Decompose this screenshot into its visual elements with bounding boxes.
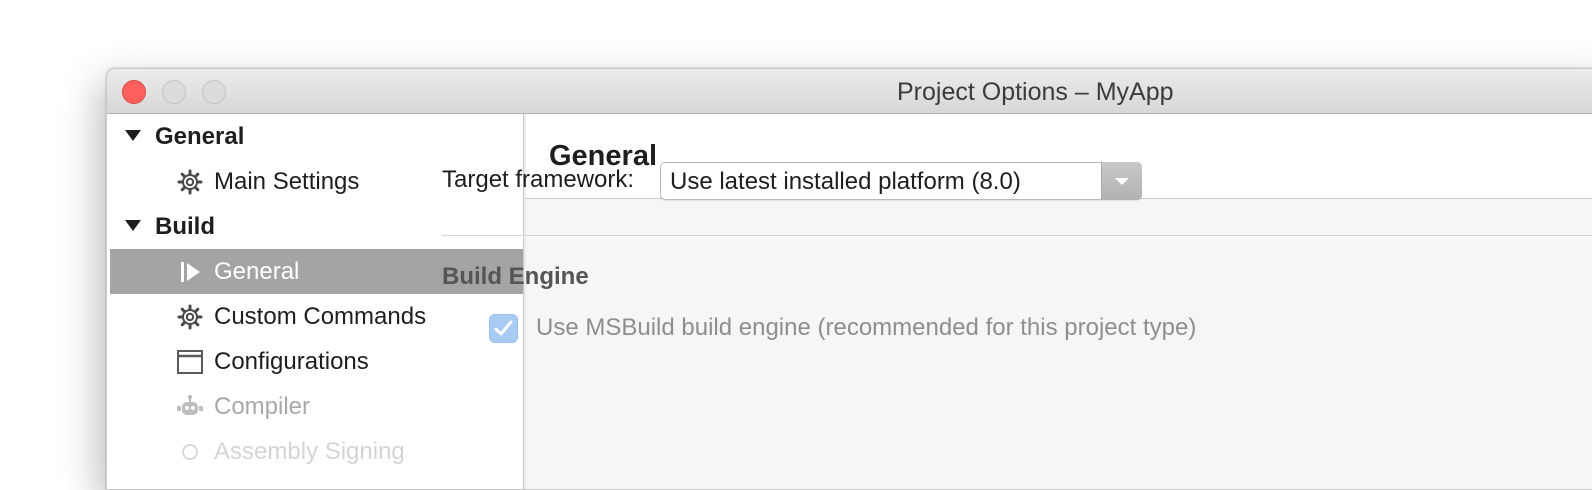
disclosure-triangle-icon[interactable] [125, 220, 141, 231]
zoom-button[interactable] [202, 80, 226, 104]
target-framework-select[interactable]: Use latest installed platform (8.0) [660, 162, 1142, 200]
build-engine-heading: Build Engine [442, 263, 589, 290]
title-bar: Project Options – MyApp [107, 69, 1592, 114]
gear-icon [182, 444, 198, 460]
sidebar-item-configurations[interactable]: Configurations [110, 339, 523, 384]
target-framework-label: Target framework: [442, 166, 635, 193]
target-framework-value: Use latest installed platform (8.0) [670, 168, 1021, 195]
window-icon [177, 350, 203, 374]
dropdown-button[interactable] [1101, 162, 1142, 200]
sidebar-section-label: General [155, 123, 245, 150]
disclosure-triangle-icon[interactable] [125, 130, 141, 141]
sidebar-item-label: Configurations [214, 348, 369, 375]
checkmark-icon [494, 320, 513, 336]
sidebar-section-build[interactable]: Build [110, 204, 523, 249]
close-button[interactable] [122, 80, 146, 104]
gear-icon [177, 304, 203, 330]
project-options-window: Project Options – MyApp General Main Set… [106, 68, 1592, 490]
sidebar-item-custom-commands[interactable]: Custom Commands [110, 294, 523, 339]
chevron-down-icon [1115, 178, 1129, 185]
sidebar-section-label: Build [155, 213, 215, 240]
sidebar-item-label: Compiler [214, 393, 311, 420]
sidebar-item-label: Custom Commands [214, 303, 427, 330]
section-divider [442, 235, 1592, 236]
gear-icon [177, 169, 203, 195]
play-bar-icon [181, 262, 200, 282]
minimize-button[interactable] [162, 80, 186, 104]
robot-icon [177, 395, 203, 415]
sidebar-item-compiler[interactable]: Compiler [110, 384, 523, 429]
sidebar-item-assembly-signing[interactable]: Assembly Signing [110, 429, 523, 474]
sidebar-item-label: Assembly Signing [214, 438, 405, 465]
sidebar-item-label: General [214, 258, 300, 285]
sidebar-item-label: Main Settings [214, 168, 360, 195]
sidebar-section-general[interactable]: General [110, 114, 523, 159]
window-title: Project Options – MyApp [897, 78, 1174, 106]
msbuild-checkbox[interactable] [489, 314, 518, 343]
msbuild-checkbox-label: Use MSBuild build engine (recommended fo… [536, 314, 1197, 341]
